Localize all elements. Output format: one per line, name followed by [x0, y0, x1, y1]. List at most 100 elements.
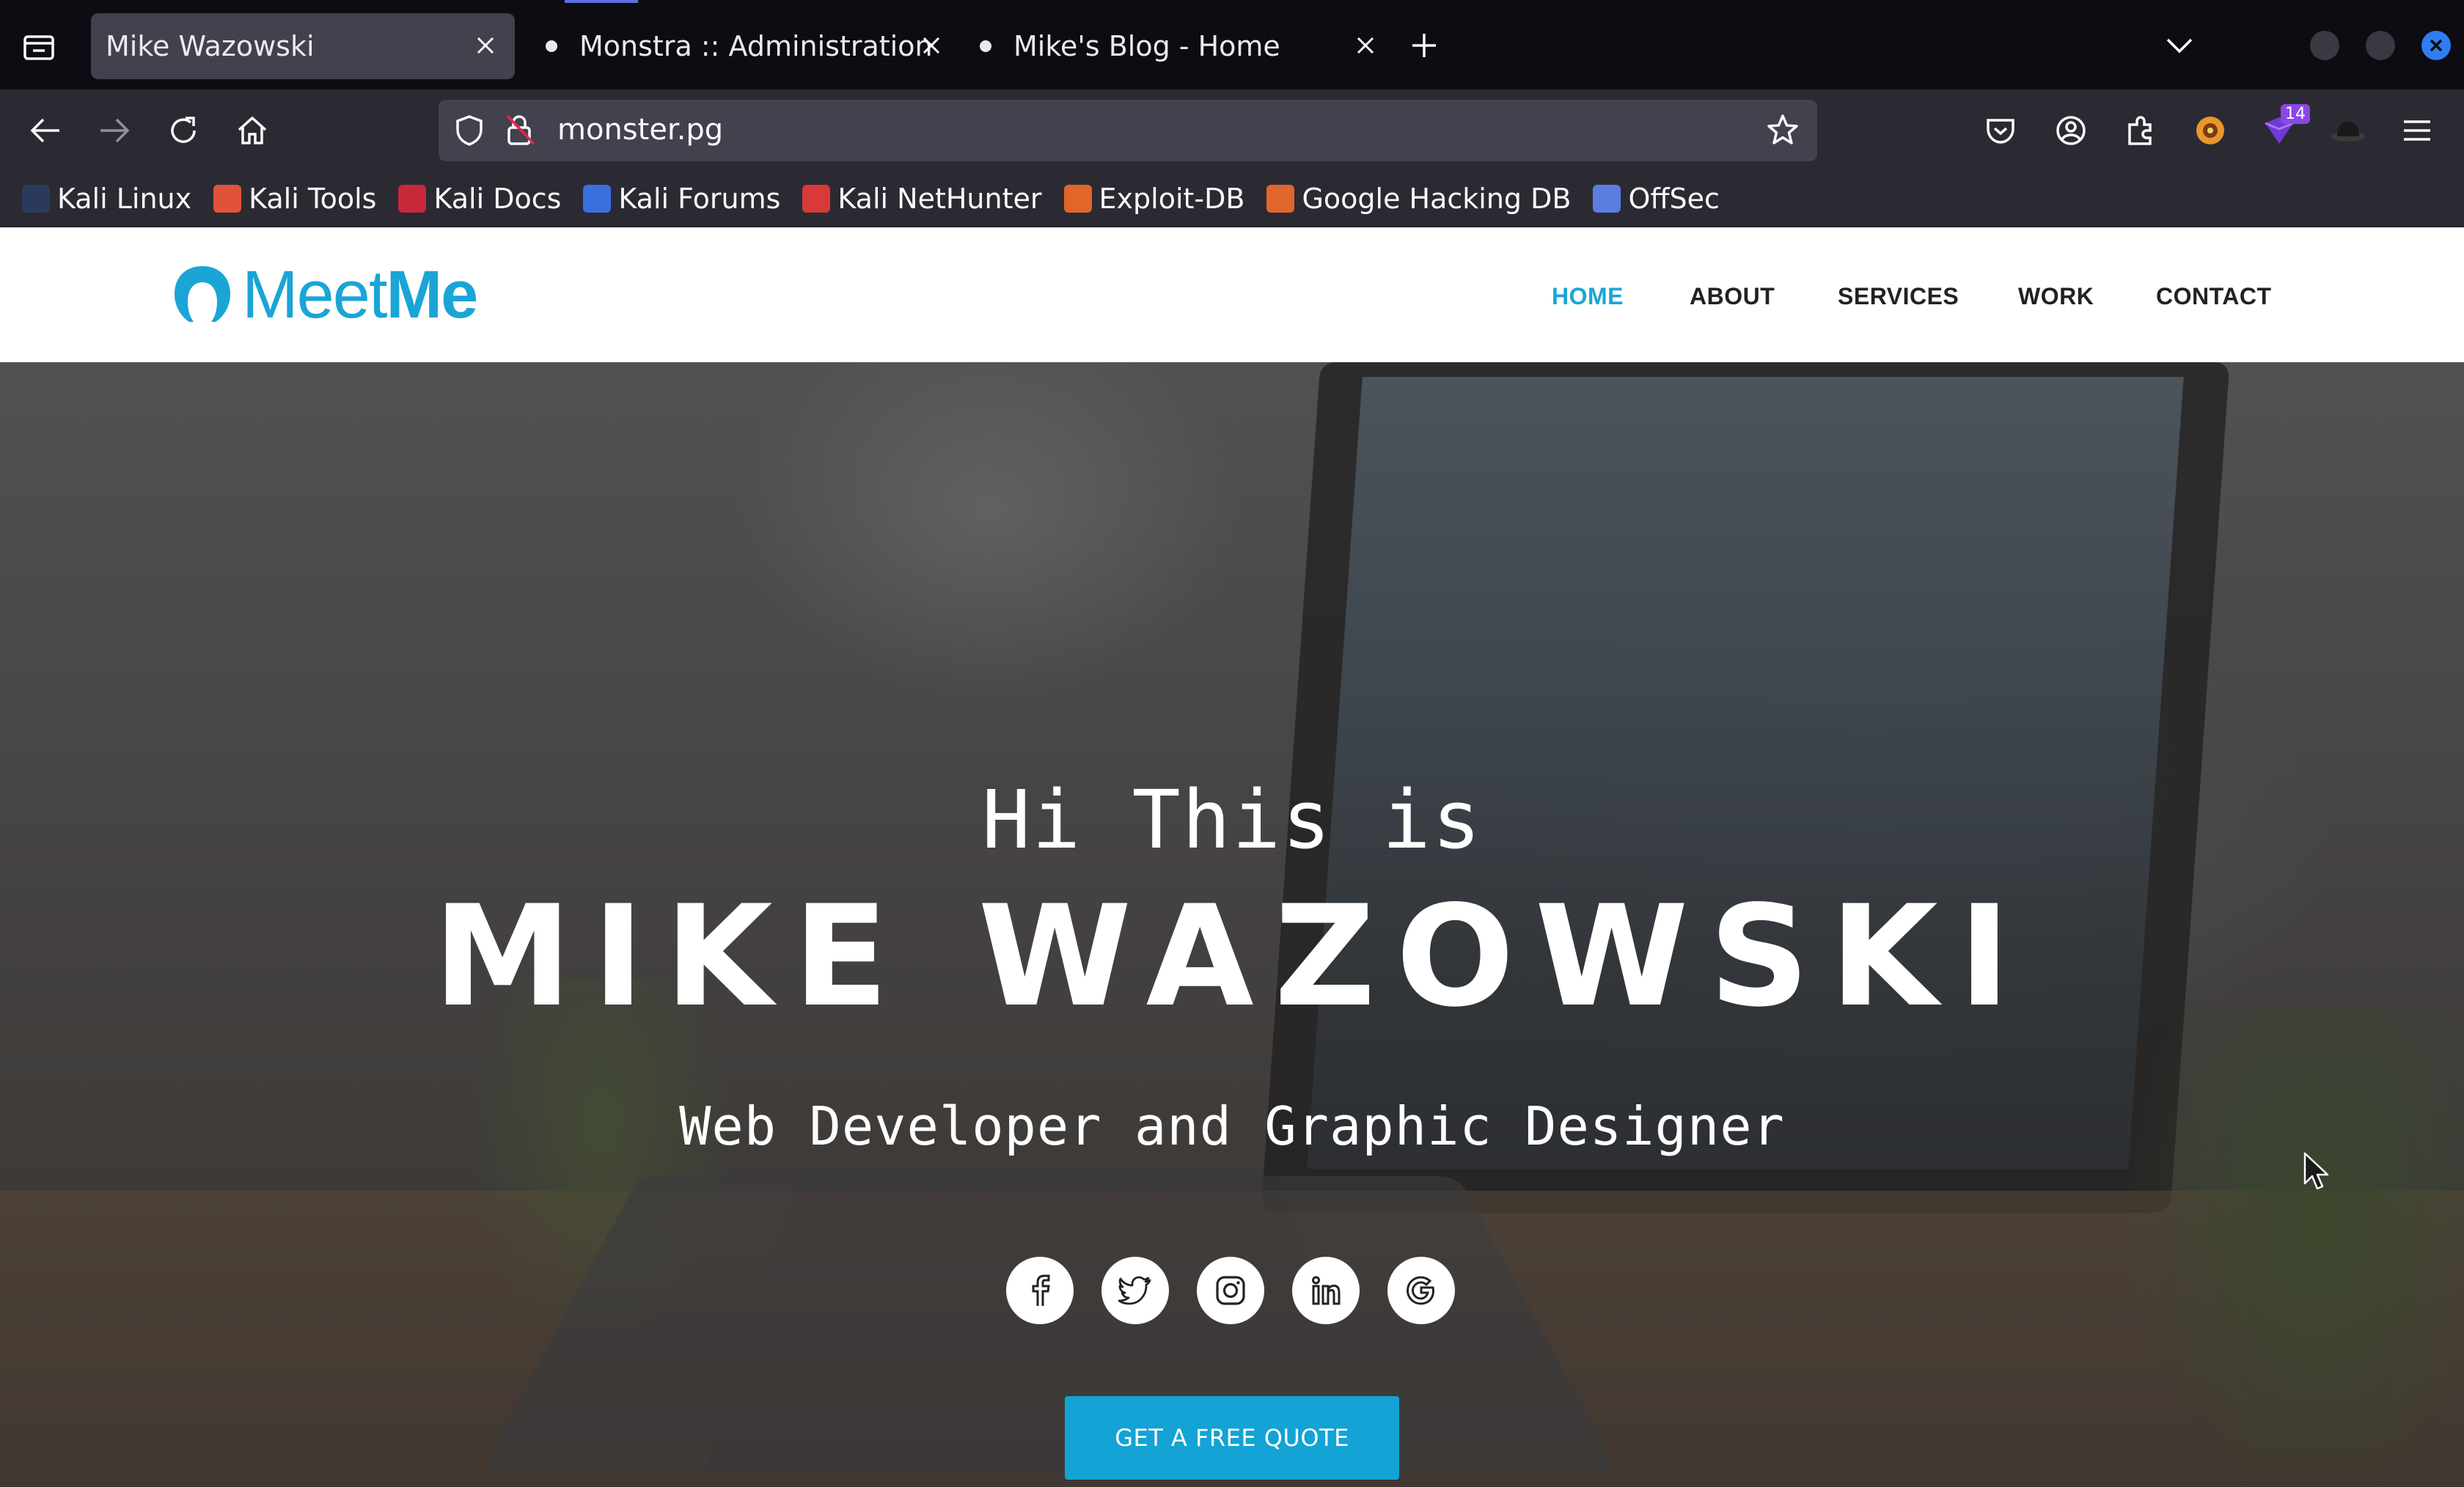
bookmark-kali-linux[interactable]: Kali Linux — [22, 183, 191, 215]
bookmark-kali-tools[interactable]: Kali Tools — [213, 183, 376, 215]
tab-label: Mike Wazowski — [106, 30, 315, 62]
nav-about[interactable]: ABOUT — [1690, 283, 1775, 310]
instagram-icon — [1216, 1276, 1245, 1305]
kali-forums-icon — [583, 184, 612, 213]
close-icon — [2430, 39, 2443, 52]
home-icon — [238, 116, 267, 144]
foxyproxy-extension-button[interactable] — [2188, 109, 2232, 153]
twitter-link[interactable] — [1101, 1257, 1169, 1324]
pocket-button[interactable] — [1979, 109, 2023, 153]
pocket-icon — [1987, 119, 2014, 144]
tracking-protection-shield-icon[interactable] — [455, 114, 484, 147]
tab-label: Monstra :: Administration — [579, 30, 933, 62]
home-button[interactable] — [230, 109, 274, 153]
tab-loading-dot-icon — [980, 40, 991, 52]
bookmarks-toolbar: Kali Linux Kali Tools Kali Docs Kali For… — [0, 170, 2464, 227]
close-icon — [1357, 37, 1374, 54]
extensions-button[interactable] — [2119, 109, 2163, 153]
plus-icon — [1412, 34, 1436, 57]
back-button[interactable] — [23, 109, 67, 153]
app-menu-button[interactable] — [2395, 109, 2439, 153]
hacker-hat-icon — [2331, 122, 2365, 142]
hamburger-menu-icon — [2404, 120, 2430, 141]
window-maximize-button[interactable] — [2366, 31, 2395, 60]
new-tab-button[interactable] — [1405, 26, 1443, 65]
bookmark-label: OffSec — [1628, 182, 1720, 215]
tab-indicator-line — [565, 0, 638, 3]
navigation-toolbar: monster.pg — [0, 89, 2464, 170]
exploit-db-icon — [1063, 184, 1092, 213]
site-logo[interactable]: MeetMe — [169, 257, 479, 332]
bookmark-label: Kali Linux — [57, 182, 192, 215]
tab-mike-wazowski[interactable]: Mike Wazowski — [91, 13, 515, 79]
window-close-button[interactable] — [2421, 31, 2451, 60]
instagram-link[interactable] — [1197, 1257, 1264, 1324]
forward-arrow-icon — [100, 118, 130, 143]
nav-home[interactable]: HOME — [1552, 283, 1624, 310]
forward-button[interactable] — [92, 109, 136, 153]
chevron-down-icon — [2166, 38, 2193, 54]
extension-notification-badge: 14 — [2281, 104, 2310, 124]
linkedin-link[interactable] — [1292, 1257, 1360, 1324]
bookmark-google-hacking-db[interactable]: Google Hacking DB — [1266, 183, 1571, 215]
google-link[interactable] — [1387, 1257, 1455, 1324]
bookmark-star-icon[interactable] — [1766, 113, 1800, 147]
tab-monstra-administration[interactable]: Monstra :: Administration — [546, 13, 942, 79]
bookmark-kali-docs[interactable]: Kali Docs — [398, 183, 561, 215]
list-all-tabs-button[interactable] — [2160, 26, 2199, 65]
bookmark-kali-forums[interactable]: Kali Forums — [583, 183, 780, 215]
nethunter-icon — [802, 184, 831, 213]
hack-tools-extension-button[interactable] — [2326, 109, 2370, 153]
firefox-view-button[interactable] — [16, 28, 62, 66]
bookmark-exploit-db[interactable]: Exploit-DB — [1063, 182, 1245, 215]
account-icon — [2056, 116, 2086, 145]
kali-dragon-icon — [22, 184, 50, 213]
account-button[interactable] — [2049, 109, 2093, 153]
url-text: monster.pg — [557, 113, 724, 147]
mouse-cursor-icon — [2303, 1152, 2329, 1190]
hero-content: Hi This is MIKE WAZOWSKI Web Developer a… — [0, 362, 2464, 1487]
nav-work[interactable]: WORK — [2018, 283, 2094, 310]
address-bar[interactable]: monster.pg — [439, 100, 1817, 161]
tab-overview-icon — [23, 35, 54, 60]
fox-extension-icon — [2196, 117, 2224, 144]
tab-mikes-blog-home[interactable]: Mike's Blog - Home — [980, 13, 1376, 79]
insecure-lock-icon[interactable] — [505, 113, 537, 147]
social-links — [1006, 1257, 1483, 1324]
hero-section: Hi This is MIKE WAZOWSKI Web Developer a… — [0, 362, 2464, 1487]
tab-close-button[interactable] — [918, 32, 945, 59]
bookmark-label: Kali Forums — [618, 182, 781, 215]
linkedin-icon — [1312, 1276, 1341, 1305]
site-header: MeetMe HOME ABOUT SERVICES WORK CONTACT — [0, 227, 2464, 362]
offsec-icon — [1593, 184, 1621, 213]
kali-tools-icon — [213, 184, 242, 213]
bookmark-label: Kali Tools — [249, 182, 377, 215]
facebook-icon — [1032, 1274, 1050, 1306]
tab-strip: Mike Wazowski Monstra :: Administration … — [0, 0, 2464, 89]
person-logo-icon — [175, 266, 230, 322]
bookmark-label: Exploit-DB — [1099, 182, 1245, 215]
google-icon — [1406, 1276, 1435, 1305]
hero-role: Web Developer and Graphic Designer — [679, 1095, 1785, 1157]
kali-docs-icon — [398, 184, 427, 213]
facebook-link[interactable] — [1006, 1257, 1074, 1324]
close-icon — [477, 37, 494, 54]
window-minimize-button[interactable] — [2310, 31, 2339, 60]
tab-label: Mike's Blog - Home — [1013, 30, 1280, 62]
tab-close-button[interactable] — [1352, 32, 1379, 59]
bookmark-label: Google Hacking DB — [1302, 182, 1572, 215]
tab-close-button[interactable] — [472, 32, 499, 59]
web-page: MeetMe HOME ABOUT SERVICES WORK CONTACT … — [0, 227, 2464, 1487]
nav-contact[interactable]: CONTACT — [2156, 283, 2272, 310]
get-free-quote-button[interactable]: GET A FREE QUOTE — [1065, 1396, 1399, 1480]
bookmark-offsec[interactable]: OffSec — [1593, 182, 1720, 215]
bookmark-label: Kali NetHunter — [837, 182, 1042, 215]
reload-button[interactable] — [161, 109, 205, 153]
logo-text-me: Me — [386, 257, 479, 332]
bookmark-kali-nethunter[interactable]: Kali NetHunter — [802, 182, 1042, 215]
nav-services[interactable]: SERVICES — [1838, 283, 1959, 310]
bookmark-label: Kali Docs — [433, 182, 562, 215]
browser-window: Mike Wazowski Monstra :: Administration … — [0, 0, 2464, 1487]
reload-icon — [171, 117, 196, 143]
logo-text-meet: Meet — [242, 257, 388, 332]
